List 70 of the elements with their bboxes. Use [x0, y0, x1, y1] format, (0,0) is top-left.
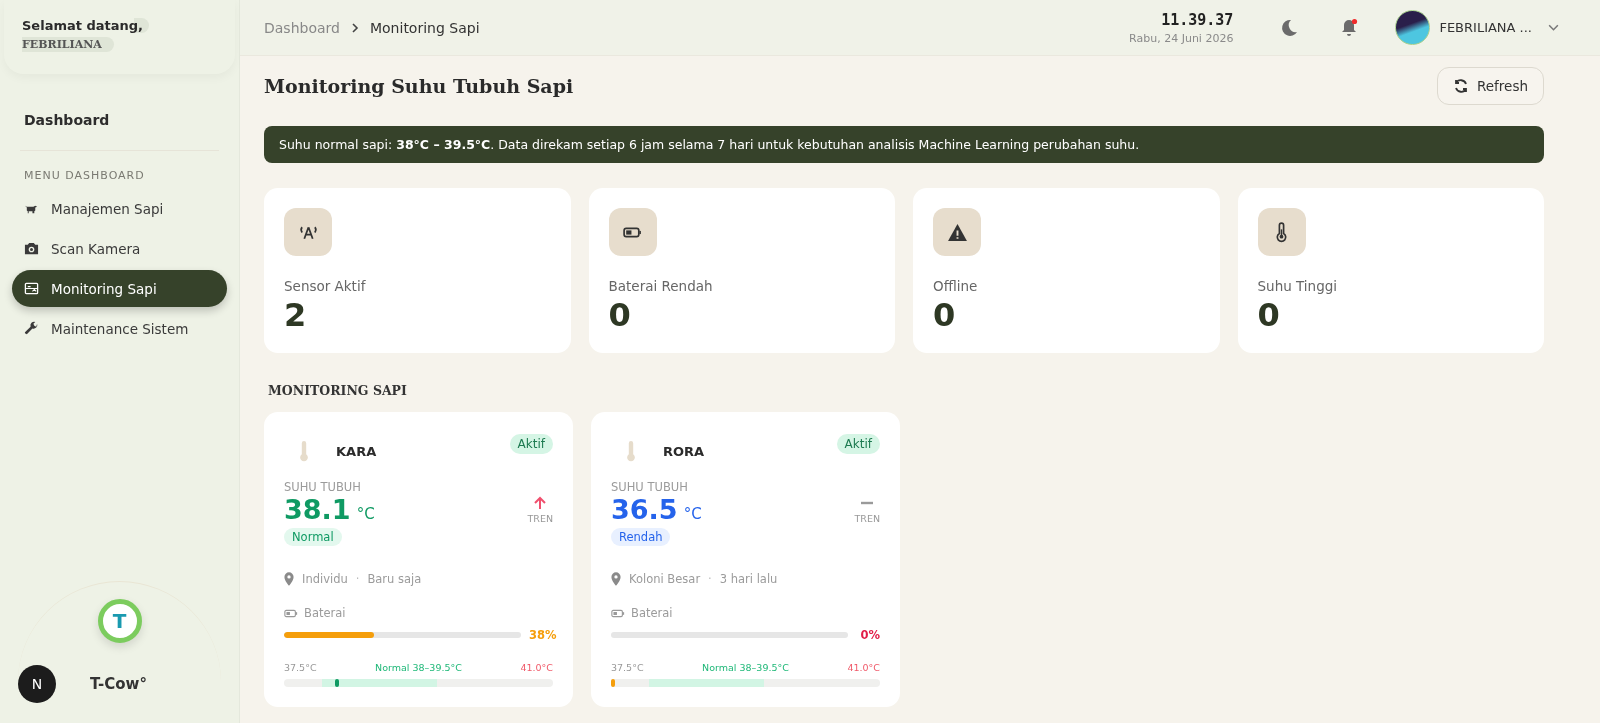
user-name: FEBRILIANA	[22, 37, 114, 52]
condition-badge: Rendah	[611, 528, 671, 546]
temperature-value: 38.1	[284, 494, 351, 525]
chevron-icon	[349, 22, 360, 33]
cow-name: RORA	[663, 443, 706, 459]
menu-item[interactable]: Monitoring Sapi	[12, 270, 227, 307]
logo-badge: T	[97, 599, 142, 643]
user-menu[interactable]: FEBRILIANA ...	[1395, 10, 1560, 45]
stat-label: Sensor Aktif	[284, 278, 366, 294]
camera-icon	[24, 241, 39, 256]
scale-normal-label: Normal 38–39.5°C	[702, 662, 789, 673]
refresh-icon	[1453, 78, 1469, 94]
battery-icon	[284, 608, 298, 618]
scale-max-label: 41.0°C	[520, 662, 553, 673]
condition-badge: Normal	[284, 528, 342, 546]
status-badge: Aktif	[509, 434, 553, 454]
breadcrumb-current: Monitoring Sapi	[369, 19, 480, 36]
trend-label: TREN	[527, 513, 553, 524]
location-text: Individu	[302, 572, 348, 586]
stat-value: 0	[933, 296, 956, 334]
separator-dot: ·	[355, 572, 360, 586]
status-badge: Aktif	[836, 434, 880, 454]
battery-percent: 0%	[859, 628, 880, 642]
warning-icon	[946, 221, 968, 243]
separator-dot: ·	[708, 572, 712, 586]
menu-section-label: MENU DASHBOARD	[24, 169, 146, 182]
temperature-unit: °C	[683, 505, 702, 523]
stat-value: 0	[1257, 296, 1280, 334]
section-heading: MONITORING SAPI	[268, 383, 408, 398]
dashboard-link[interactable]: Dashboard	[24, 112, 215, 128]
battery-icon	[611, 608, 625, 618]
brand-name: T-Cow°	[90, 675, 147, 693]
battery-label: Baterai	[631, 606, 673, 620]
location-text: Koloni Besar	[629, 572, 701, 586]
clock-date: Rabu, 24 Juni 2026	[1129, 31, 1234, 45]
temperature-unit: °C	[356, 505, 375, 523]
menu-item[interactable]: Manajemen Sapi	[12, 190, 227, 227]
updated-time: 3 hari lalu	[719, 572, 778, 586]
greeting-text: Selamat datang,	[22, 18, 150, 33]
scale-normal-label: Normal 38–39.5°C	[375, 662, 462, 673]
thermometer-icon	[625, 440, 637, 462]
avatar	[1395, 10, 1431, 45]
scale-min-label: 37.5°C	[284, 662, 317, 673]
scale-min-label: 37.5°C	[611, 662, 644, 673]
stat-value: 0	[608, 296, 631, 334]
dev-badge[interactable]: N	[18, 665, 56, 703]
location-pin-icon	[284, 572, 294, 586]
refresh-button[interactable]: Refresh	[1437, 67, 1544, 105]
wrench-icon	[24, 321, 39, 336]
clock-time: 11.39.37	[1161, 10, 1234, 29]
stat-label: Baterai Rendah	[608, 278, 713, 294]
info-banner: Suhu normal sapi: 38°C – 39.5°C. Data direkam setiap 6 jam selama 7 hari untuk kebutuhan analisis Machine Learning perubahan suhu.	[264, 126, 1544, 163]
scale-max-label: 41.0°C	[847, 662, 880, 673]
stat-value: 2	[284, 296, 307, 334]
page-title: Monitoring Suhu Tubuh Sapi	[264, 75, 574, 97]
updated-time: Baru saja	[367, 572, 422, 586]
temperature-label: SUHU TUBUH	[284, 480, 361, 494]
temperature-value: 36.5	[611, 494, 678, 525]
stat-label: Offline	[933, 278, 978, 294]
battery-label: Baterai	[304, 606, 346, 620]
cow-name: KARA	[336, 443, 378, 459]
stat-label: Suhu Tinggi	[1257, 278, 1338, 294]
trend-label: TREN	[854, 513, 880, 524]
location-pin-icon	[611, 572, 621, 586]
thermometer-icon	[298, 440, 310, 462]
monitor-icon	[24, 281, 39, 296]
moon-icon[interactable]	[1279, 17, 1300, 38]
temperature-label: SUHU TUBUH	[611, 480, 688, 494]
menu-item[interactable]: Maintenance Sistem	[12, 310, 227, 347]
menu-item[interactable]: Scan Kamera	[12, 230, 227, 267]
